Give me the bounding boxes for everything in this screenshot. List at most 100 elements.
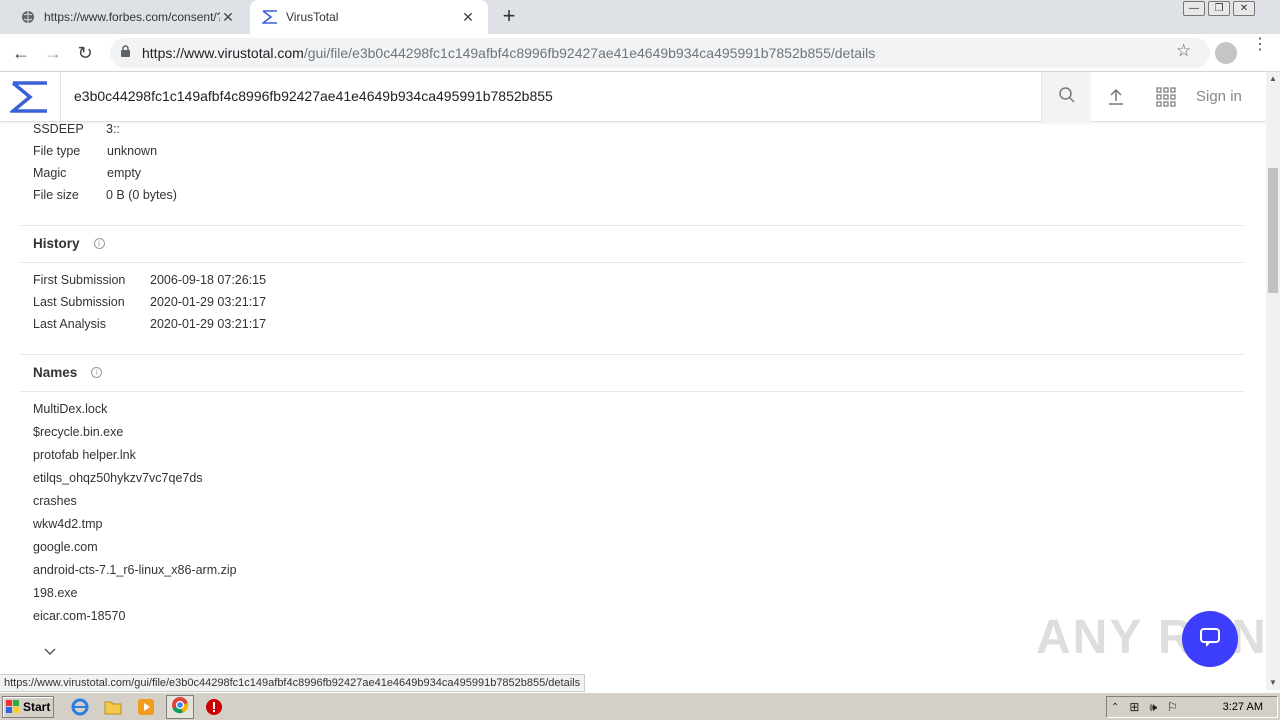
detail-row-magic: Magic empty bbox=[33, 166, 141, 180]
info-icon[interactable]: i bbox=[93, 238, 105, 249]
expand-chevron-down-icon[interactable] bbox=[44, 645, 56, 659]
list-item: etilqs_ohqz50hykzv7vc7qe7ds bbox=[33, 471, 203, 485]
minimize-button[interactable]: — bbox=[1183, 1, 1205, 16]
names-heading: Names i bbox=[33, 365, 103, 380]
chat-icon bbox=[1197, 624, 1223, 655]
detail-key: SSDEEP bbox=[33, 122, 84, 136]
list-item: crashes bbox=[33, 494, 77, 508]
detail-key: File type bbox=[33, 144, 81, 158]
close-window-button[interactable]: ✕ bbox=[1233, 1, 1255, 16]
status-url: https://www.virustotal.com/gui/file/e3b0… bbox=[0, 674, 586, 692]
section-divider bbox=[20, 262, 1244, 263]
url-path: /gui/file/e3b0c44298fc1c149afbf4c8996fb9… bbox=[303, 45, 876, 61]
history-row-last-analysis: Last Analysis 2020-01-29 03:21:17 bbox=[33, 317, 266, 331]
flag-icon[interactable]: ⚐ bbox=[1167, 700, 1178, 714]
url-host: https://www.virustotal.com bbox=[142, 45, 304, 61]
history-title: History bbox=[33, 236, 80, 251]
restore-button[interactable]: ❐ bbox=[1208, 1, 1230, 16]
list-item: MultiDex.lock bbox=[33, 402, 108, 416]
close-tab-icon[interactable]: ✕ bbox=[460, 9, 476, 25]
forward-arrow-icon[interactable]: → bbox=[42, 42, 64, 64]
list-item: google.com bbox=[33, 540, 98, 554]
browser-toolbar: ← → ↻ https://www.virustotal.com/gui/fil… bbox=[0, 34, 1280, 72]
internet-explorer-icon[interactable] bbox=[71, 698, 89, 716]
history-key: First Submission bbox=[33, 273, 126, 287]
section-divider bbox=[20, 225, 1244, 226]
detail-value: 0 B (0 bytes) bbox=[106, 188, 177, 202]
apps-grid-icon[interactable] bbox=[1154, 85, 1178, 109]
sign-in-link[interactable]: Sign in bbox=[1196, 88, 1242, 105]
list-item: wkw4d2.tmp bbox=[33, 517, 103, 531]
history-key: Last Analysis bbox=[33, 317, 106, 331]
list-item: $recycle.bin.exe bbox=[33, 425, 124, 439]
scroll-down-arrow-icon[interactable]: ▼ bbox=[1266, 676, 1280, 690]
history-value: 2020-01-29 03:21:17 bbox=[150, 295, 267, 309]
section-divider bbox=[20, 354, 1244, 355]
profile-avatar-icon[interactable] bbox=[1215, 42, 1237, 64]
detail-value: empty bbox=[107, 166, 142, 180]
bookmark-star-icon[interactable]: ☆ bbox=[1176, 41, 1191, 61]
start-button[interactable]: Start bbox=[2, 696, 54, 718]
history-key: Last Submission bbox=[33, 295, 125, 309]
history-value: 2020-01-29 03:21:17 bbox=[150, 317, 267, 331]
address-bar[interactable]: https://www.virustotal.com/gui/file/e3b0… bbox=[110, 38, 1210, 68]
volume-icon[interactable]: 🕪 bbox=[1149, 700, 1157, 715]
list-item: 198.exe bbox=[33, 586, 78, 600]
scrollbar-thumb[interactable] bbox=[1268, 168, 1278, 293]
start-label: Start bbox=[23, 700, 51, 714]
globe-icon bbox=[20, 9, 36, 25]
reload-icon[interactable]: ↻ bbox=[74, 42, 96, 64]
detail-row-file-type: File type unknown bbox=[33, 144, 157, 158]
chat-button[interactable] bbox=[1182, 611, 1238, 667]
detail-key: Magic bbox=[33, 166, 67, 180]
chrome-icon bbox=[171, 696, 189, 719]
section-divider bbox=[20, 391, 1244, 392]
virustotal-logo-icon[interactable] bbox=[8, 80, 50, 114]
history-value: 2006-09-18 07:26:15 bbox=[150, 273, 267, 287]
virustotal-header: e3b0c44298fc1c149afbf4c8996fb92427ae41e4… bbox=[0, 72, 1266, 122]
new-tab-button[interactable]: + bbox=[498, 5, 520, 28]
clock: 3:27 AM bbox=[1222, 701, 1263, 713]
network-icon[interactable]: ⊞ bbox=[1129, 700, 1139, 714]
detail-row-ssdeep: SSDEEP 3:: bbox=[33, 122, 120, 136]
folder-icon[interactable] bbox=[104, 698, 122, 716]
tab-strip: https://www.forbes.com/consent/?t ✕ Viru… bbox=[0, 0, 1280, 34]
windows-logo-icon bbox=[6, 700, 20, 714]
history-row-last-submission: Last Submission 2020-01-29 03:21:17 bbox=[33, 295, 266, 309]
detail-value: 3:: bbox=[106, 122, 120, 136]
history-row-first-submission: First Submission 2006-09-18 07:26:15 bbox=[33, 273, 266, 287]
virustotal-favicon-icon bbox=[262, 9, 278, 25]
search-button[interactable] bbox=[1041, 72, 1091, 122]
names-title: Names bbox=[33, 365, 78, 380]
detail-row-file-size: File size 0 B (0 bytes) bbox=[33, 188, 177, 202]
detail-value: unknown bbox=[107, 144, 158, 158]
system-tray: ⌃ ⊞ 🕪 ⚐ 3:27 AM bbox=[1106, 696, 1278, 718]
search-input[interactable]: e3b0c44298fc1c149afbf4c8996fb92427ae41e4… bbox=[74, 88, 553, 104]
header-divider bbox=[60, 72, 61, 122]
search-icon bbox=[1058, 86, 1076, 109]
page-scrollbar[interactable]: ▲ ▼ bbox=[1266, 72, 1280, 690]
tab-title: VirusTotal bbox=[286, 10, 339, 24]
tab-forbes[interactable]: https://www.forbes.com/consent/?t ✕ bbox=[8, 0, 248, 34]
close-tab-icon[interactable]: ✕ bbox=[220, 9, 236, 25]
detail-key: File size bbox=[33, 188, 79, 202]
chrome-taskbar-button[interactable] bbox=[166, 695, 194, 719]
chrome-menu-icon[interactable]: ⋮ bbox=[1252, 37, 1268, 53]
upload-icon[interactable] bbox=[1104, 85, 1128, 109]
media-player-icon[interactable] bbox=[137, 698, 155, 716]
tab-virustotal[interactable]: VirusTotal ✕ bbox=[250, 0, 488, 34]
tab-title: https://www.forbes.com/consent/?t bbox=[44, 10, 220, 24]
window-controls: — ❐ ✕ bbox=[1180, 1, 1255, 17]
file-details: SSDEEP 3:: File type unknown Magic empty Fi… bbox=[0, 122, 1266, 674]
tray-expand-icon[interactable]: ⌃ bbox=[1111, 702, 1119, 713]
info-icon[interactable]: i bbox=[91, 367, 103, 378]
list-item: protofab helper.lnk bbox=[33, 448, 136, 462]
history-heading: History i bbox=[33, 236, 105, 251]
list-item: android-cts-7.1_r6-linux_x86-arm.zip bbox=[33, 563, 237, 577]
lock-icon bbox=[120, 45, 134, 61]
windows-taskbar: Start ⌃ ⊞ 🕪 ⚐ 3:27 AM bbox=[0, 692, 1280, 720]
back-arrow-icon[interactable]: ← bbox=[10, 42, 32, 64]
list-item: eicar.com-18570 bbox=[33, 609, 126, 623]
scroll-up-arrow-icon[interactable]: ▲ bbox=[1266, 72, 1280, 86]
security-alert-icon[interactable] bbox=[205, 698, 223, 716]
